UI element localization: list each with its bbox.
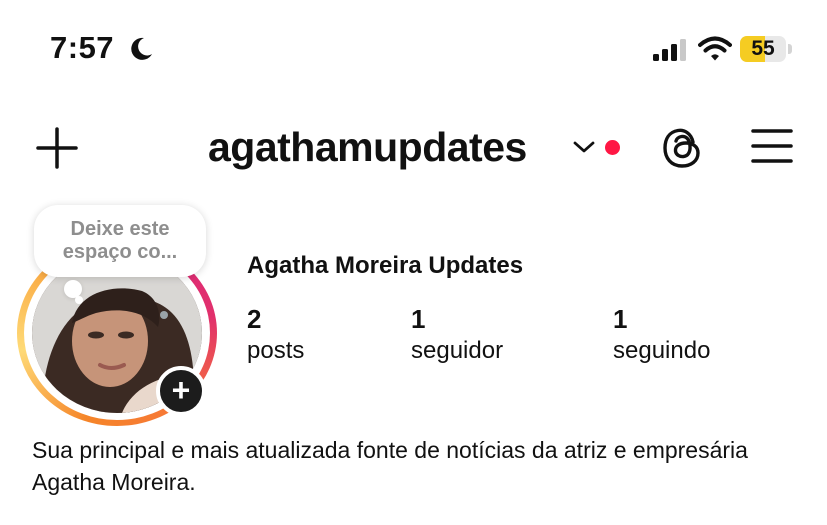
- notification-dot: [605, 140, 620, 155]
- add-story-button[interactable]: +: [156, 366, 206, 416]
- display-name: Agatha Moreira Updates: [247, 252, 524, 279]
- moon-icon: [131, 37, 152, 60]
- following-count: 1: [613, 304, 628, 334]
- posts-label: posts: [247, 337, 305, 364]
- following-label: seguindo: [613, 337, 711, 364]
- stat-following[interactable]: 1 seguindo: [613, 305, 710, 367]
- stat-posts[interactable]: 2 posts: [247, 305, 304, 367]
- note-bubble[interactable]: Deixe este espaço co...: [34, 205, 206, 277]
- threads-icon[interactable]: [662, 126, 704, 170]
- chevron-down-icon[interactable]: [572, 138, 596, 156]
- create-plus-icon[interactable]: [34, 125, 80, 171]
- profile-username[interactable]: agathamupdates: [208, 124, 527, 171]
- profile-bio: Sua principal e mais atualizada fonte de…: [32, 437, 748, 495]
- hamburger-menu-icon[interactable]: [750, 126, 794, 166]
- status-time: 7:57: [50, 30, 115, 65]
- battery-level-text: 55: [751, 37, 775, 60]
- followers-count: 1: [411, 304, 426, 334]
- wifi-icon: [698, 36, 732, 61]
- followers-label: seguidor: [411, 337, 504, 364]
- posts-count: 2: [247, 304, 262, 334]
- note-bubble-tail-small: [75, 296, 83, 304]
- stat-followers[interactable]: 1 seguidor: [411, 305, 503, 367]
- note-placeholder-text: Deixe este espaço co...: [62, 218, 178, 263]
- cellular-signal-icon: [653, 39, 686, 61]
- battery-icon: 55: [740, 36, 794, 64]
- plus-icon: +: [171, 372, 191, 408]
